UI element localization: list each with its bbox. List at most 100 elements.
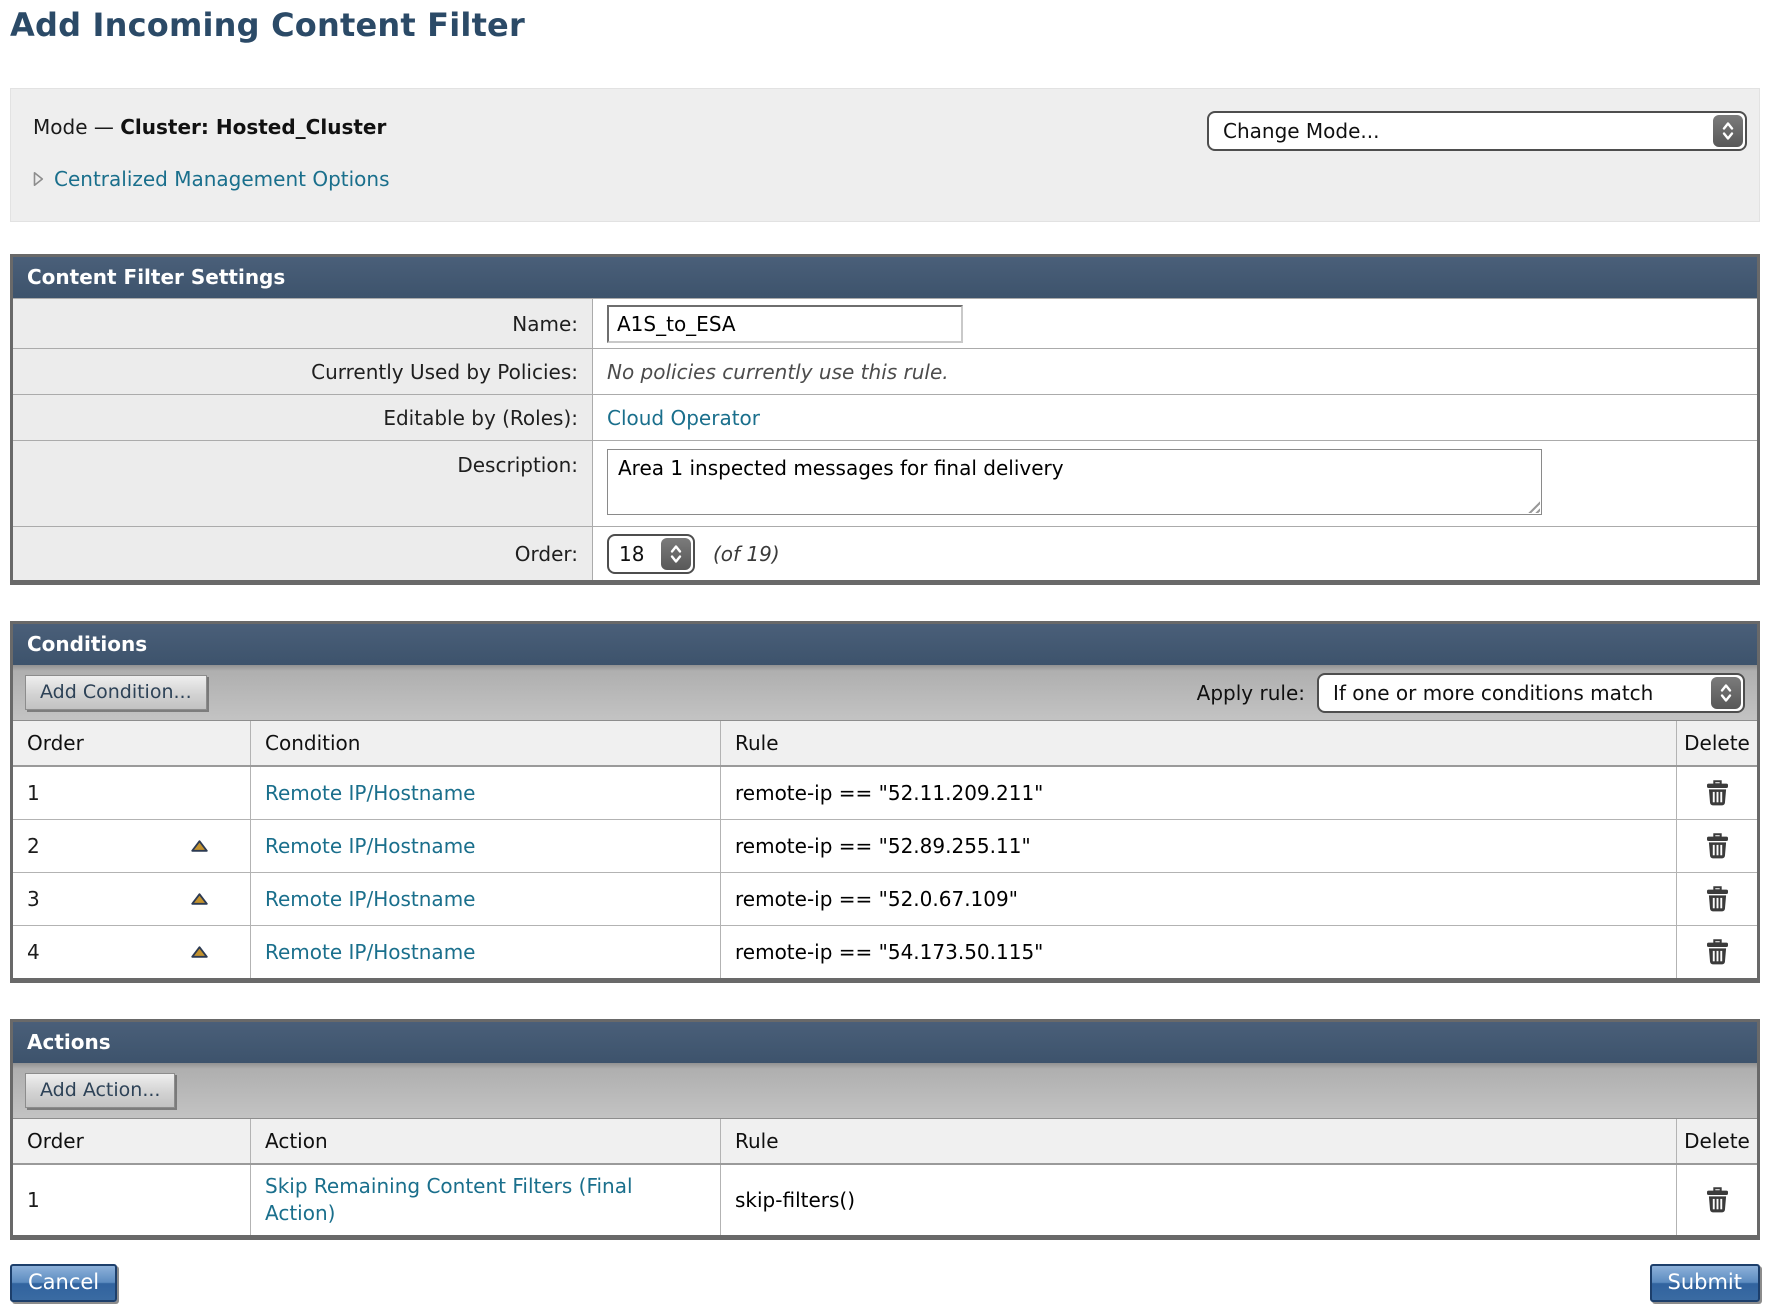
condition-row: 1 Remote IP/Hostname remote-ip == "52.11.2… xyxy=(13,767,1757,819)
column-header-action: Action xyxy=(251,1119,721,1163)
column-header-rule: Rule xyxy=(721,721,1677,765)
apply-rule-select[interactable]: If one or more conditions match xyxy=(1317,673,1745,713)
condition-row: 4 Remote IP/Hostname remote-ip == "54.173… xyxy=(13,925,1757,978)
condition-cell: Remote IP/Hostname xyxy=(251,873,721,925)
action-rule-cell: skip-filters() xyxy=(721,1165,1677,1235)
condition-order-cell: 2 xyxy=(13,820,251,872)
actions-panel: Actions Add Action... Order Action Rule … xyxy=(10,1019,1760,1240)
trash-icon xyxy=(1706,833,1729,859)
action-cell: Skip Remaining Content Filters (Final Ac… xyxy=(251,1165,721,1235)
move-up-button[interactable] xyxy=(191,893,208,905)
delete-button[interactable] xyxy=(1706,886,1729,912)
settings-row-name: Name: xyxy=(13,298,1757,348)
move-up-button[interactable] xyxy=(191,946,208,958)
settings-row-policies: Currently Used by Policies: No policies … xyxy=(13,348,1757,394)
trash-icon xyxy=(1706,939,1729,965)
condition-link[interactable]: Remote IP/Hostname xyxy=(265,887,475,911)
condition-order-number: 1 xyxy=(27,781,40,805)
name-label: Name: xyxy=(13,299,593,348)
condition-rule-text: remote-ip == "52.11.209.211" xyxy=(735,781,1043,805)
right-triangle-icon xyxy=(33,171,44,187)
condition-order-cell: 4 xyxy=(13,926,251,978)
cloud-operator-link[interactable]: Cloud Operator xyxy=(607,406,760,430)
condition-link[interactable]: Remote IP/Hostname xyxy=(265,781,475,805)
conditions-table-body: 1 Remote IP/Hostname remote-ip == "52.11.2… xyxy=(13,767,1757,978)
condition-delete-cell xyxy=(1677,767,1757,819)
trash-icon xyxy=(1706,780,1729,806)
conditions-table-header: Order Condition Rule Delete xyxy=(13,721,1757,767)
trash-icon xyxy=(1706,1187,1729,1213)
actions-panel-title: Actions xyxy=(13,1022,1757,1063)
policies-label: Currently Used by Policies: xyxy=(13,349,593,394)
delete-button[interactable] xyxy=(1706,833,1729,859)
conditions-toolbar: Add Condition... Apply rule: If one or m… xyxy=(13,665,1757,721)
submit-button[interactable]: Submit xyxy=(1650,1264,1761,1302)
condition-link[interactable]: Remote IP/Hostname xyxy=(265,940,475,964)
delete-button[interactable] xyxy=(1706,780,1729,806)
name-input[interactable] xyxy=(607,305,963,343)
action-link[interactable]: Skip Remaining Content Filters (Final Ac… xyxy=(265,1173,695,1227)
condition-rule-cell: remote-ip == "52.11.209.211" xyxy=(721,767,1677,819)
column-header-rule: Rule xyxy=(721,1119,1677,1163)
apply-rule-selected-value: If one or more conditions match xyxy=(1319,681,1709,705)
add-condition-button[interactable]: Add Condition... xyxy=(25,675,207,710)
mode-label: Mode — xyxy=(33,115,114,139)
condition-order-cell: 3 xyxy=(13,873,251,925)
column-header-order: Order xyxy=(13,721,251,765)
centralized-management-options-link[interactable]: Centralized Management Options xyxy=(54,167,390,191)
cancel-button[interactable]: Cancel xyxy=(10,1264,117,1302)
condition-delete-cell xyxy=(1677,926,1757,978)
settings-row-description: Description: Area 1 inspected messages f… xyxy=(13,440,1757,526)
description-textarea[interactable]: Area 1 inspected messages for final deli… xyxy=(607,449,1542,515)
condition-delete-cell xyxy=(1677,873,1757,925)
move-up-icon xyxy=(191,840,208,852)
condition-order-number: 4 xyxy=(27,940,40,964)
actions-table-header: Order Action Rule Delete xyxy=(13,1119,1757,1165)
condition-order-number: 3 xyxy=(27,887,40,911)
action-row: 1 Skip Remaining Content Filters (Final A… xyxy=(13,1165,1757,1235)
order-selected-value: 18 xyxy=(609,542,659,566)
condition-row: 3 Remote IP/Hostname remote-ip == "52.0.6… xyxy=(13,872,1757,925)
order-label: Order: xyxy=(13,527,593,580)
move-up-button[interactable] xyxy=(191,840,208,852)
footer-bar: Cancel Submit xyxy=(10,1264,1760,1308)
settings-row-editable: Editable by (Roles): Cloud Operator xyxy=(13,394,1757,440)
condition-rule-text: remote-ip == "54.173.50.115" xyxy=(735,940,1043,964)
trash-icon xyxy=(1706,886,1729,912)
condition-rule-cell: remote-ip == "54.173.50.115" xyxy=(721,926,1677,978)
condition-link[interactable]: Remote IP/Hostname xyxy=(265,834,475,858)
settings-row-order: Order: 18 (of 19) xyxy=(13,526,1757,580)
policies-value: No policies currently use this rule. xyxy=(607,360,949,384)
column-header-delete: Delete xyxy=(1677,1119,1757,1163)
condition-rule-cell: remote-ip == "52.89.255.11" xyxy=(721,820,1677,872)
mode-value: Cluster: Hosted_Cluster xyxy=(120,115,386,139)
condition-cell: Remote IP/Hostname xyxy=(251,767,721,819)
action-delete-cell xyxy=(1677,1165,1757,1235)
editable-by-roles-label: Editable by (Roles): xyxy=(13,395,593,440)
condition-cell: Remote IP/Hostname xyxy=(251,820,721,872)
condition-rule-text: remote-ip == "52.0.67.109" xyxy=(735,887,1018,911)
condition-order-number: 2 xyxy=(27,834,40,858)
condition-row: 2 Remote IP/Hostname remote-ip == "52.89.… xyxy=(13,819,1757,872)
delete-button[interactable] xyxy=(1706,1187,1729,1213)
change-mode-selected-value: Change Mode... xyxy=(1209,119,1711,143)
condition-rule-text: remote-ip == "52.89.255.11" xyxy=(735,834,1031,858)
column-header-delete: Delete xyxy=(1677,721,1757,765)
column-header-order: Order xyxy=(13,1119,251,1163)
centralized-management-expander[interactable]: Centralized Management Options xyxy=(33,167,1759,191)
conditions-panel-title: Conditions xyxy=(13,624,1757,665)
column-header-condition: Condition xyxy=(251,721,721,765)
action-order-number: 1 xyxy=(27,1188,40,1212)
order-total-note: (of 19) xyxy=(713,542,780,566)
change-mode-select[interactable]: Change Mode... xyxy=(1207,111,1747,151)
up-down-chevrons-icon xyxy=(1713,115,1743,147)
description-label: Description: xyxy=(13,441,593,526)
condition-rule-cell: remote-ip == "52.0.67.109" xyxy=(721,873,1677,925)
mode-panel: Mode — Cluster: Hosted_Cluster Change Mo… xyxy=(10,88,1760,222)
settings-panel-title: Content Filter Settings xyxy=(13,257,1757,298)
move-up-icon xyxy=(191,946,208,958)
add-action-button[interactable]: Add Action... xyxy=(25,1073,175,1108)
delete-button[interactable] xyxy=(1706,939,1729,965)
conditions-panel: Conditions Add Condition... Apply rule: … xyxy=(10,621,1760,983)
order-select[interactable]: 18 xyxy=(607,534,695,574)
